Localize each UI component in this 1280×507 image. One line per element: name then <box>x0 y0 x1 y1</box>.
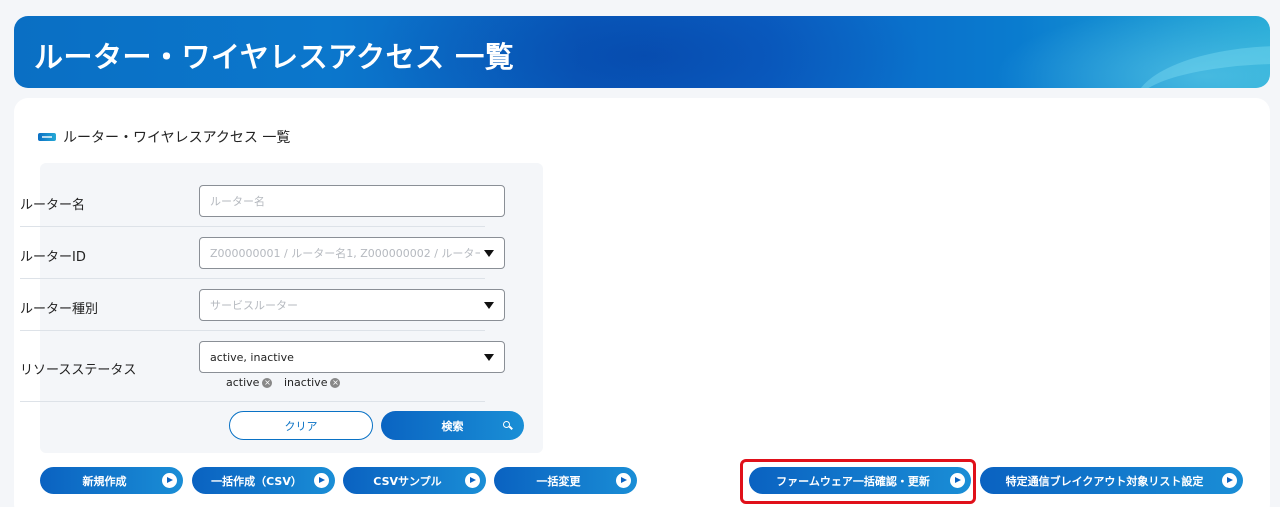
search-button[interactable]: 検索 <box>381 411 524 440</box>
status-chip-label: inactive <box>284 376 328 389</box>
play-icon <box>616 473 631 488</box>
chevron-down-icon <box>484 354 494 361</box>
form-row-router-type: ルーター種別 サービスルーター <box>20 279 505 331</box>
status-chip-inactive: inactive × <box>284 376 341 389</box>
router-id-placeholder: Z000000001 / ルーター名1, Z000000002 / ルーター名2… <box>210 247 480 260</box>
section-title: ルーター・ワイヤレスアクセス 一覧 <box>63 130 291 146</box>
bulk-change-label: 一括変更 <box>536 474 581 488</box>
form-row-router-name: ルーター名 ルーター名 <box>20 175 505 227</box>
csv-sample-button[interactable]: CSVサンプル <box>343 467 486 494</box>
play-icon <box>162 473 177 488</box>
new-create-button[interactable]: 新規作成 <box>40 467 183 494</box>
status-chip-active: active × <box>226 376 273 389</box>
router-type-label: ルーター種別 <box>20 302 99 317</box>
csv-sample-label: CSVサンプル <box>373 474 442 488</box>
breakout-list-settings-button[interactable]: 特定通信ブレイクアウト対象リスト設定 <box>980 467 1243 494</box>
bulk-change-button[interactable]: 一括変更 <box>494 467 637 494</box>
resource-status-value: active, inactive <box>210 350 294 364</box>
router-id-label: ルーターID <box>20 250 86 265</box>
page-title: ルーター・ワイヤレスアクセス 一覧 <box>34 40 515 74</box>
play-icon <box>465 473 480 488</box>
resource-status-label: リソースステータス <box>20 363 137 378</box>
bulk-create-label: 一括作成（CSV） <box>211 474 302 488</box>
status-chip-label: active <box>226 376 260 389</box>
chevron-down-icon <box>484 302 494 309</box>
router-name-label: ルーター名 <box>20 198 86 213</box>
section-heading: ルーター・ワイヤレスアクセス 一覧 <box>38 127 290 147</box>
form-row-router-id: ルーターID Z000000001 / ルーター名1, Z000000002 /… <box>20 227 505 279</box>
bulk-create-csv-button[interactable]: 一括作成（CSV） <box>192 467 335 494</box>
play-icon <box>314 473 329 488</box>
router-type-placeholder: サービスルーター <box>210 299 298 312</box>
chevron-down-icon <box>484 250 494 257</box>
search-button-label: 検索 <box>441 419 464 433</box>
router-name-input[interactable]: ルーター名 <box>199 185 505 217</box>
breakout-list-settings-label: 特定通信ブレイクアウト対象リスト設定 <box>1005 474 1204 488</box>
section-marker-icon <box>38 133 56 141</box>
highlight-annotation <box>740 459 976 504</box>
clear-button-label: クリア <box>284 419 318 433</box>
new-create-label: 新規作成 <box>82 474 127 488</box>
router-type-select[interactable]: サービスルーター <box>199 289 505 321</box>
page-header-banner: ルーター・ワイヤレスアクセス 一覧 <box>14 16 1270 88</box>
resource-status-select[interactable]: active, inactive <box>199 341 505 373</box>
remove-chip-icon[interactable]: × <box>330 377 341 388</box>
play-icon <box>1222 473 1237 488</box>
form-row-resource-status: リソースステータス active, inactive <box>20 331 505 402</box>
remove-chip-icon[interactable]: × <box>262 377 273 388</box>
clear-button[interactable]: クリア <box>229 411 373 440</box>
router-name-placeholder: ルーター名 <box>210 195 265 208</box>
router-id-select[interactable]: Z000000001 / ルーター名1, Z000000002 / ルーター名2… <box>199 237 505 269</box>
search-icon <box>503 421 510 428</box>
